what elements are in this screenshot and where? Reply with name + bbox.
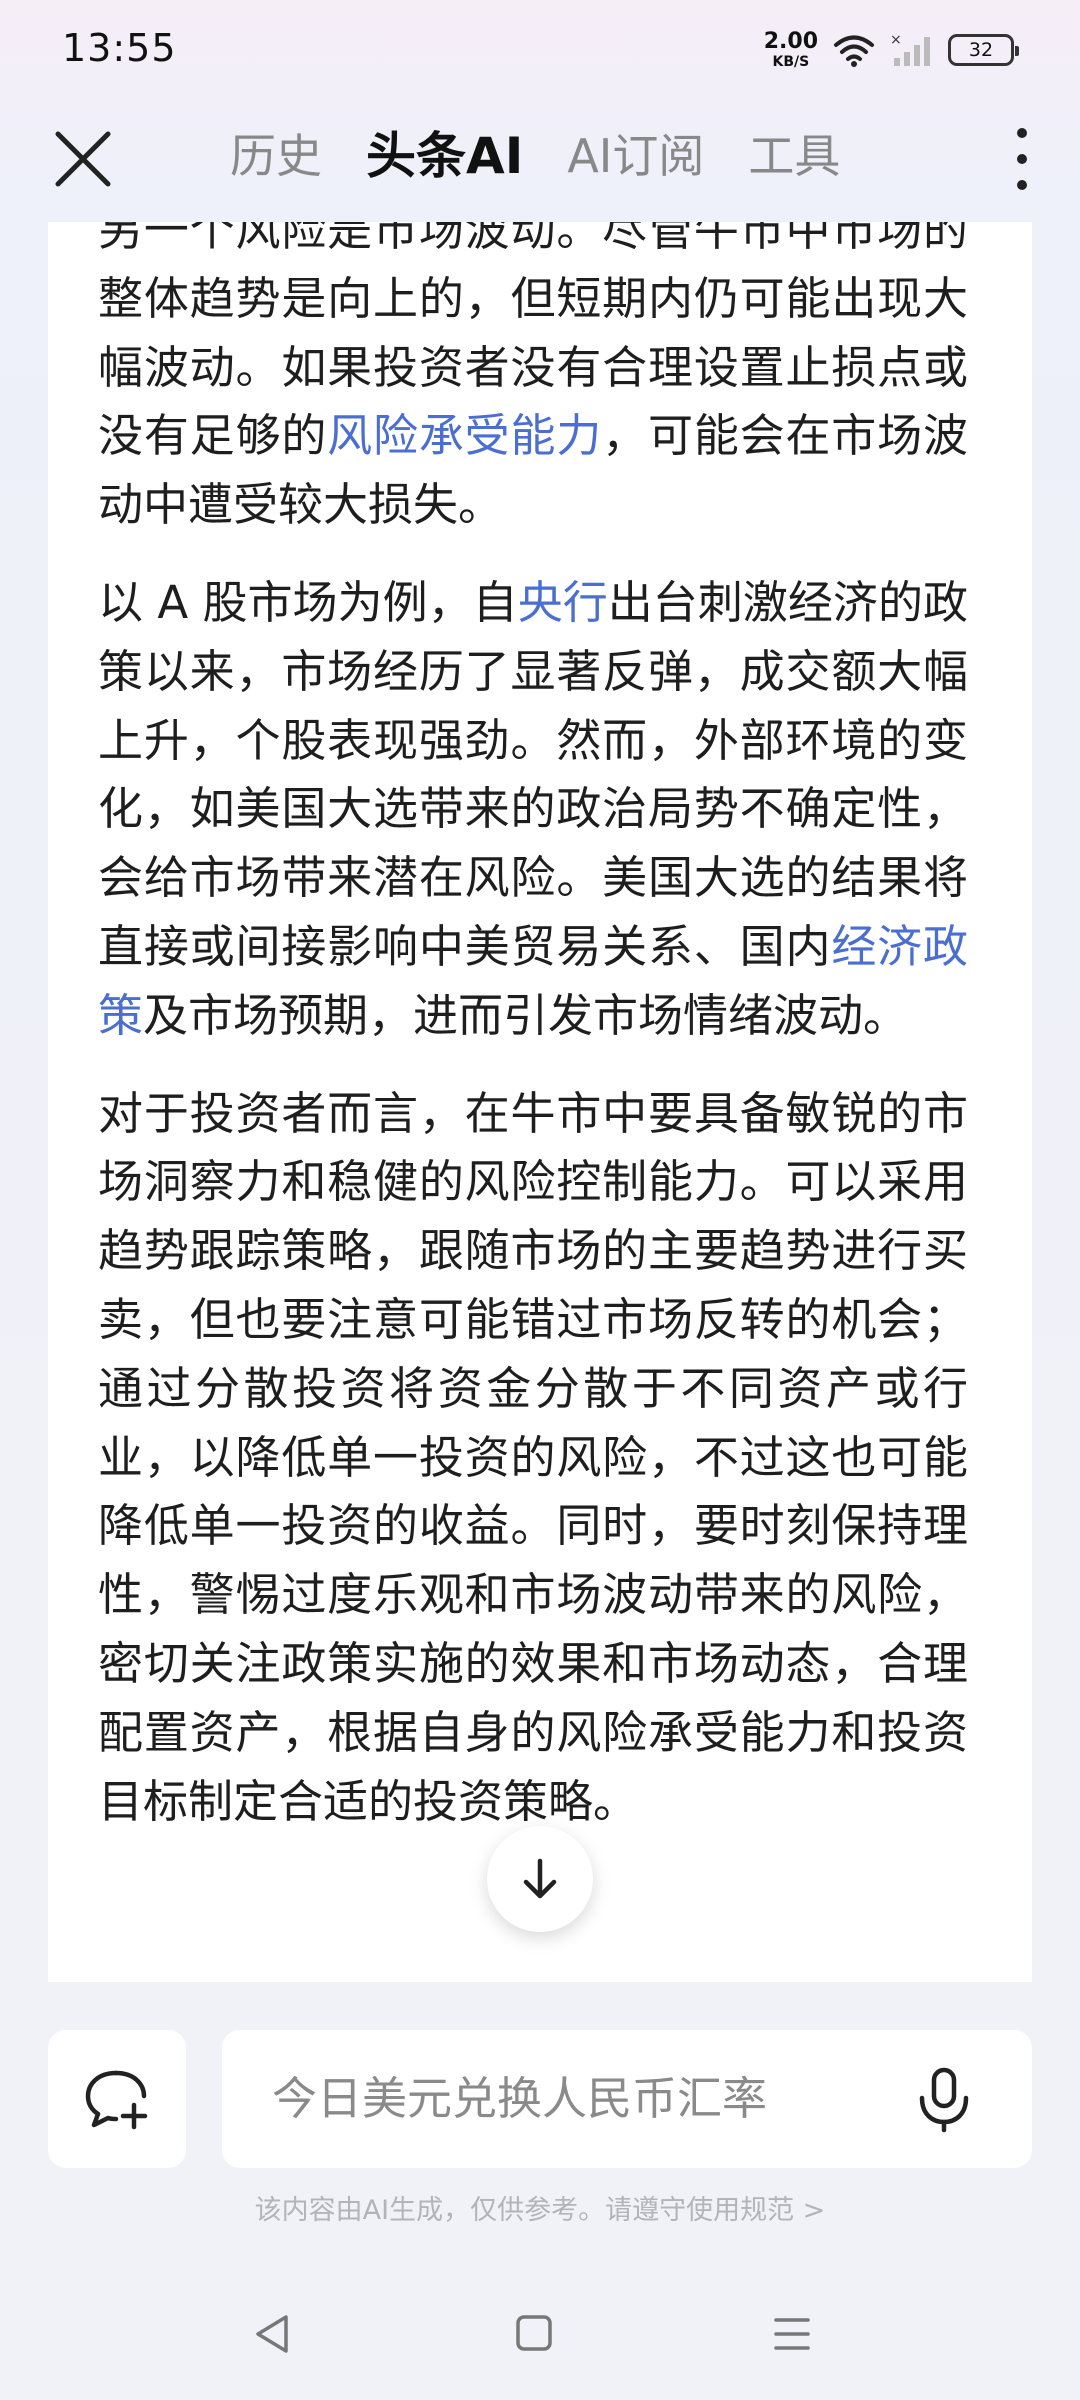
answer-card[interactable]: 另一个风险是市场波动。尽管牛市中市场的整体趋势是向上的，但短期内仍可能出现大幅波… — [48, 222, 1032, 1982]
arrow-down-icon — [523, 1858, 557, 1899]
answer-paragraph: 另一个风险是市场波动。尽管牛市中市场的整体趋势是向上的，但短期内仍可能出现大幅波… — [98, 222, 968, 540]
battery-indicator: 32 — [948, 34, 1019, 66]
network-speed-value: 2.00 — [763, 29, 818, 54]
ai-disclaimer-link[interactable]: 该内容由AI生成，仅供参考。请遵守使用规范 > — [0, 2188, 1080, 2227]
tab-history[interactable]: 历史 — [230, 124, 322, 188]
scroll-to-bottom-button[interactable] — [487, 1826, 593, 1932]
microphone-icon — [919, 2067, 969, 2133]
tab-toutiao-ai[interactable]: 头条AI — [366, 124, 523, 188]
more-options-button[interactable] — [1002, 124, 1042, 194]
new-chat-button[interactable] — [48, 2030, 186, 2168]
voice-input-button[interactable] — [914, 2066, 974, 2134]
nav-menu-button[interactable] — [772, 2314, 812, 2354]
nav-home-button[interactable] — [514, 2312, 554, 2354]
answer-paragraph: 对于投资者而言，在牛市中要具备敏锐的市场洞察力和稳健的风险控制能力。可以采用趋势… — [98, 1086, 968, 1828]
link-risk-tolerance[interactable]: 风险承受能力 — [327, 409, 602, 462]
answer-paragraph: 以 A 股市场为例，自央行出台刺激经济的政策以来，市场经历了显著反弹，成交额大幅… — [98, 569, 968, 1051]
system-nav-bar — [0, 2290, 1080, 2380]
close-icon — [55, 131, 111, 187]
answer-content: 另一个风险是市场波动。尽管牛市中市场的整体趋势是向上的，但短期内仍可能出现大幅波… — [98, 222, 968, 1865]
wifi-icon — [834, 35, 874, 67]
more-dot — [1017, 154, 1027, 164]
input-placeholder: 今日美元兑换人民币汇率 — [272, 2072, 768, 2125]
link-central-bank[interactable]: 央行 — [518, 576, 608, 629]
tab-bar: 历史 头条AI AI订阅 工具 — [230, 124, 884, 188]
menu-lines-icon — [774, 2318, 810, 2350]
nav-back-button[interactable] — [252, 2312, 292, 2356]
home-square-icon — [516, 2315, 552, 2351]
close-button[interactable] — [52, 128, 114, 190]
back-triangle-icon — [256, 2315, 288, 2353]
question-input[interactable]: 今日美元兑换人民币汇率 — [222, 2030, 1032, 2168]
network-speed-unit: KB/S — [772, 54, 810, 70]
header-bar: 历史 头条AI AI订阅 工具 — [0, 110, 1080, 206]
status-icons: 2.00 KB/S × 32 — [763, 28, 1019, 72]
network-speed: 2.00 KB/S — [763, 29, 818, 70]
tab-ai-subscription[interactable]: AI订阅 — [567, 124, 704, 188]
more-dot — [1017, 180, 1027, 190]
battery-level: 32 — [968, 39, 994, 61]
paragraph-text: 以 A 股市场为例，自 — [98, 575, 518, 629]
cellular-signal-icon: × — [890, 32, 930, 66]
paragraph-text: 及市场预期，进而引发市场情绪波动。 — [143, 988, 909, 1042]
svg-text:×: × — [890, 32, 902, 48]
tab-tools[interactable]: 工具 — [748, 124, 840, 188]
more-vertical-icon — [1017, 128, 1027, 138]
paragraph-text: 出台刺激经济的政策以来，市场经历了显著反弹，成交额大幅上升，个股表现强劲。然而，… — [98, 575, 968, 973]
status-time: 13:55 — [62, 26, 177, 70]
status-bar: 13:55 2.00 KB/S × 32 — [0, 0, 1080, 100]
chat-plus-icon — [85, 2070, 148, 2130]
